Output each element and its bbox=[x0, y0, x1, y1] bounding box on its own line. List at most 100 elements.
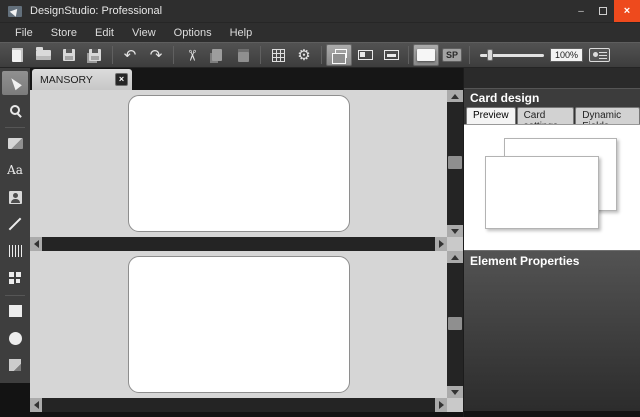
line-tool[interactable] bbox=[2, 212, 28, 236]
zoom-level-value[interactable]: 100% bbox=[550, 48, 583, 62]
card-front-section bbox=[30, 90, 463, 237]
tab-card-settings[interactable]: Card settings bbox=[517, 107, 575, 124]
ellipse-tool[interactable] bbox=[2, 326, 28, 350]
design-area: MANSORY × bbox=[30, 68, 463, 417]
element-properties-panel: Element Properties bbox=[464, 250, 640, 411]
undo-button[interactable]: ↶ bbox=[117, 44, 143, 66]
document-tab-bar: MANSORY × bbox=[30, 68, 463, 90]
ellipse-icon bbox=[9, 332, 22, 345]
card-front-canvas[interactable] bbox=[30, 90, 447, 237]
card-front-surface[interactable] bbox=[128, 95, 350, 232]
scroll-up-button[interactable] bbox=[447, 251, 463, 263]
card-back-surface[interactable] bbox=[128, 256, 350, 393]
tab-preview[interactable]: Preview bbox=[466, 107, 516, 124]
card-back-canvas[interactable] bbox=[30, 251, 447, 398]
scroll-track[interactable] bbox=[447, 102, 463, 225]
cut-button[interactable]: ✂ bbox=[178, 44, 204, 66]
tools-separator bbox=[5, 295, 25, 296]
scroll-right-button[interactable] bbox=[435, 237, 447, 251]
card-back-section bbox=[30, 251, 463, 398]
scroll-down-button[interactable] bbox=[447, 386, 463, 398]
zoom-tool[interactable] bbox=[2, 98, 28, 122]
text-tool[interactable]: Aa bbox=[2, 158, 28, 182]
tab-close-button[interactable]: × bbox=[115, 73, 128, 86]
image-tool[interactable] bbox=[2, 131, 28, 155]
copy-button[interactable] bbox=[204, 44, 230, 66]
redo-button[interactable]: ↷ bbox=[143, 44, 169, 66]
scroll-thumb[interactable] bbox=[448, 317, 462, 330]
card-detail-icon bbox=[358, 50, 373, 60]
minimize-button[interactable]: – bbox=[570, 2, 592, 20]
card-strip-icon bbox=[384, 50, 399, 60]
scroll-track[interactable] bbox=[42, 398, 435, 412]
scroll-up-button[interactable] bbox=[447, 90, 463, 102]
sp-label: SP bbox=[442, 48, 462, 62]
rectangle-tool[interactable] bbox=[2, 299, 28, 323]
tab-dynamic-fields[interactable]: Dynamic Fields bbox=[575, 107, 640, 124]
tools-separator bbox=[5, 127, 25, 128]
document-tab-mansory[interactable]: MANSORY × bbox=[32, 69, 132, 90]
maximize-button[interactable] bbox=[592, 2, 614, 20]
vertical-scrollbar[interactable] bbox=[447, 251, 463, 398]
photo-tool[interactable] bbox=[2, 185, 28, 209]
scroll-left-button[interactable] bbox=[30, 237, 42, 251]
close-button[interactable]: × bbox=[614, 0, 640, 22]
card-detail-view-button[interactable] bbox=[352, 44, 378, 66]
overlap-cards-icon bbox=[335, 49, 347, 58]
save-all-button[interactable] bbox=[82, 44, 108, 66]
scroll-right-button[interactable] bbox=[435, 398, 447, 412]
settings-button[interactable]: ⚙ bbox=[291, 44, 317, 66]
overlap-cards-view-button[interactable] bbox=[326, 44, 352, 66]
arrow-down-icon bbox=[451, 229, 459, 234]
open-button[interactable] bbox=[30, 44, 56, 66]
selection-tool[interactable] bbox=[2, 71, 28, 95]
qr-code-tool[interactable] bbox=[2, 266, 28, 290]
menu-options[interactable]: Options bbox=[165, 25, 221, 41]
card-strip-view-button[interactable] bbox=[378, 44, 404, 66]
menu-view[interactable]: View bbox=[123, 25, 165, 41]
save-icon bbox=[63, 49, 75, 61]
preview-card-front bbox=[485, 156, 599, 229]
menu-file[interactable]: File bbox=[6, 25, 42, 41]
horizontal-scrollbar[interactable] bbox=[30, 398, 463, 412]
cursor-icon bbox=[8, 76, 22, 90]
horizontal-scrollbar[interactable] bbox=[30, 237, 463, 251]
new-document-button[interactable] bbox=[4, 44, 30, 66]
grid-icon bbox=[272, 49, 285, 62]
menu-store[interactable]: Store bbox=[42, 25, 86, 41]
id-card-print-icon[interactable] bbox=[589, 48, 610, 62]
scroll-left-button[interactable] bbox=[30, 398, 42, 412]
scroll-down-button[interactable] bbox=[447, 225, 463, 237]
menu-help[interactable]: Help bbox=[221, 25, 262, 41]
redo-icon: ↷ bbox=[150, 48, 163, 63]
zoom-slider[interactable] bbox=[480, 48, 544, 62]
grid-button[interactable] bbox=[265, 44, 291, 66]
vertical-scrollbar[interactable] bbox=[447, 90, 463, 237]
title-bar: DesignStudio: Professional – × bbox=[0, 0, 640, 22]
barcode-tool[interactable] bbox=[2, 239, 28, 263]
scrollbar-corner bbox=[447, 237, 463, 251]
paste-button[interactable] bbox=[230, 44, 256, 66]
single-card-view-button[interactable] bbox=[413, 44, 439, 66]
maximize-icon bbox=[599, 7, 607, 15]
line-icon bbox=[9, 218, 22, 231]
card-design-panel: Card design Preview Card settings Dynami… bbox=[463, 68, 640, 417]
menu-bar: File Store Edit View Options Help bbox=[0, 22, 640, 42]
save-button[interactable] bbox=[56, 44, 82, 66]
panel-bottom-strip bbox=[464, 411, 640, 417]
scrollbar-corner bbox=[447, 398, 463, 412]
barcode-icon bbox=[9, 245, 22, 257]
sp-button[interactable]: SP bbox=[439, 44, 465, 66]
scroll-track[interactable] bbox=[447, 263, 463, 386]
scroll-thumb[interactable] bbox=[448, 156, 462, 169]
zoom-slider-handle[interactable] bbox=[487, 49, 493, 61]
rectangle-icon bbox=[9, 305, 22, 317]
arrow-up-icon bbox=[451, 94, 459, 99]
menu-edit[interactable]: Edit bbox=[86, 25, 123, 41]
shape-tool[interactable] bbox=[2, 353, 28, 377]
scroll-track[interactable] bbox=[42, 237, 435, 251]
tools-sidebar: Aa bbox=[0, 68, 30, 417]
toolbar-separator bbox=[260, 46, 261, 64]
new-document-icon bbox=[12, 48, 23, 62]
element-properties-title: Element Properties bbox=[470, 254, 634, 268]
